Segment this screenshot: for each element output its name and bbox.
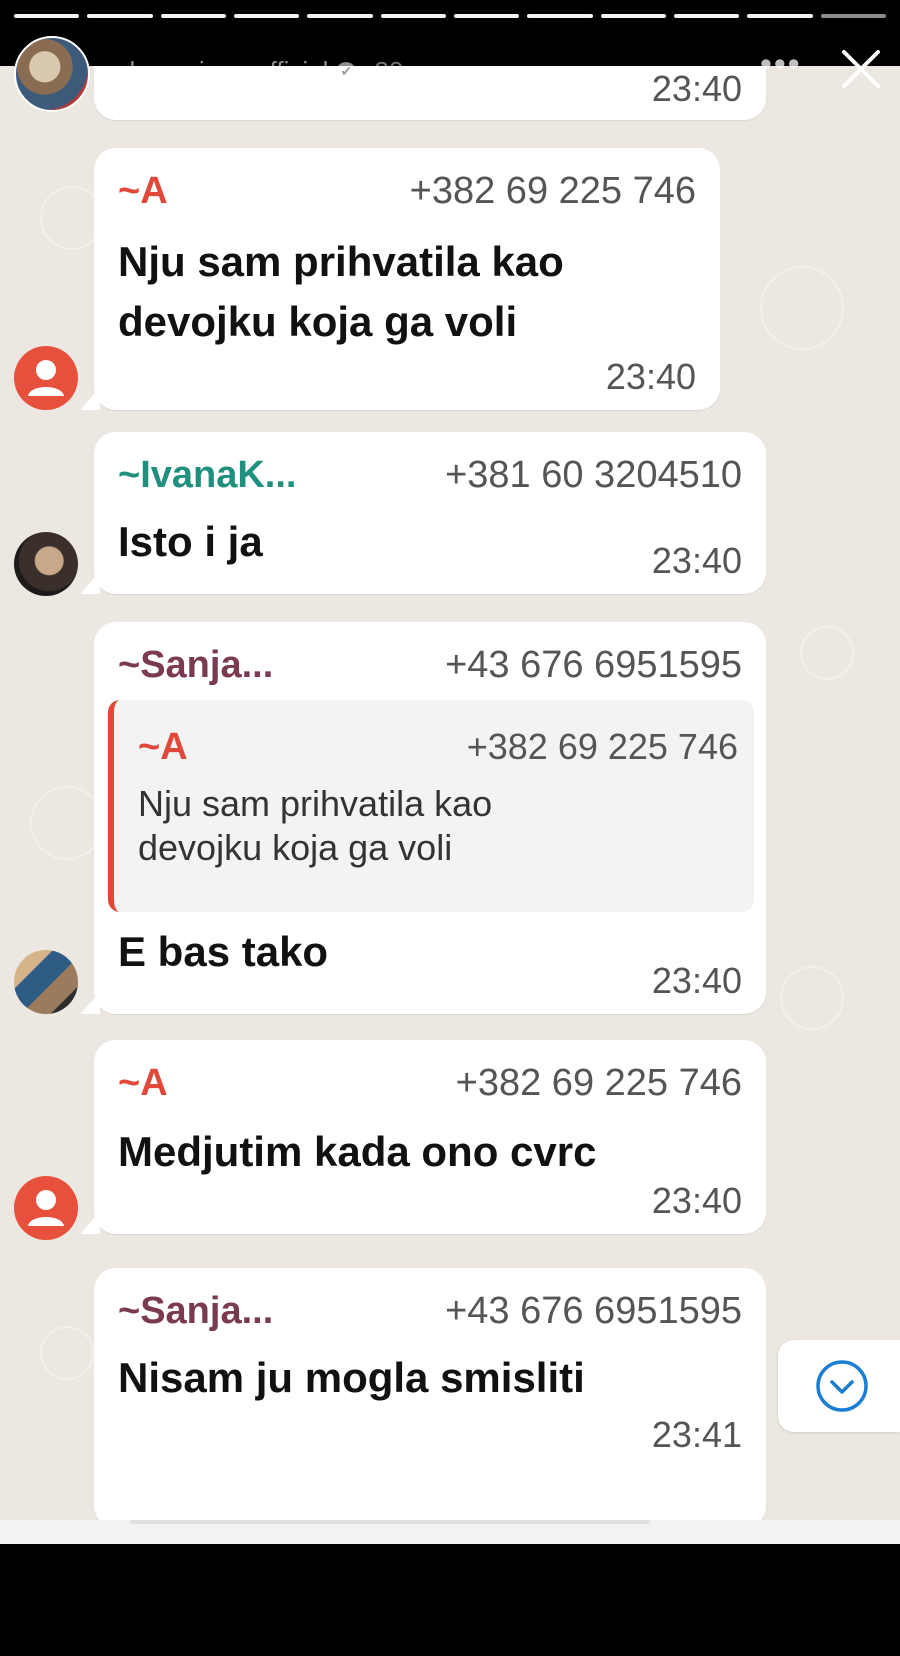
sender-phone[interactable]: +43 676 6951595 <box>445 1290 742 1333</box>
quoted-text: Nju sam prihvatila kao devojku koja ga v… <box>138 782 492 870</box>
more-icon[interactable]: ••• <box>760 47 800 81</box>
sender-name[interactable]: ~IvanaK... <box>118 454 296 497</box>
quoted-phone: +382 69 225 746 <box>466 726 738 767</box>
message-text: E bas tako <box>118 922 328 982</box>
message-bubble[interactable]: ~IvanaK... +381 60 3204510 Isto i ja 23:… <box>80 432 766 594</box>
message-line: E bas tako <box>118 928 329 975</box>
story-age: 20m <box>374 56 425 86</box>
message-line: Isto i ja <box>118 518 263 565</box>
sender-phone[interactable]: +382 69 225 746 <box>456 1062 742 1105</box>
message-bubble[interactable]: ~Sanja... +43 676 6951595 ~A +382 69 225… <box>80 622 766 1014</box>
story-username[interactable]: alex_mima_official <box>115 56 328 87</box>
verified-icon: ✔ <box>336 61 357 82</box>
sender-phone[interactable]: +381 60 3204510 <box>445 454 742 497</box>
scroll-down-button[interactable] <box>778 1340 900 1432</box>
bubble-tail <box>80 992 100 1014</box>
chat-background: 23:40 ~A +382 69 225 746 Nju sam prihvat… <box>0 66 900 1520</box>
message-bubble[interactable]: ~Sanja... +43 676 6951595 Nisam ju mogla… <box>94 1268 766 1520</box>
story-progress-segment <box>160 14 226 18</box>
sender-name[interactable]: ~A <box>118 170 168 213</box>
message-time: 23:40 <box>651 540 742 581</box>
message-bubble[interactable]: ~A +382 69 225 746 Nju sam prihvatila ka… <box>80 148 720 410</box>
bubble-tail <box>80 572 100 594</box>
quoted-line: devojku koja ga voli <box>138 827 453 868</box>
message-text: Nju sam prihvatila kao devojku koja ga v… <box>118 232 564 352</box>
story-progress-segment <box>14 14 80 18</box>
scroll-down-icon <box>816 1360 868 1412</box>
quoted-line: Nju sam prihvatila kao <box>138 783 493 824</box>
story-progress-segment <box>87 14 153 18</box>
message-text: Nisam ju mogla smisliti <box>118 1348 585 1408</box>
quoted-sender: ~A <box>138 726 188 768</box>
chat-input-bar <box>0 1520 900 1544</box>
sender-name[interactable]: ~Sanja... <box>118 644 273 687</box>
bubble-tail <box>80 388 100 410</box>
message-line: Nju sam prihvatila kao <box>118 238 564 285</box>
quoted-message[interactable]: ~A +382 69 225 746 Nju sam prihvatila ka… <box>108 700 754 912</box>
message-time: 23:40 <box>651 1180 742 1221</box>
story-progress-segment <box>380 14 446 18</box>
avatar[interactable] <box>14 532 78 596</box>
default-avatar-icon[interactable] <box>14 346 78 410</box>
story-progress-bar <box>14 14 886 18</box>
message-time: 23:40 <box>605 356 696 397</box>
sender-phone[interactable]: +382 69 225 746 <box>410 170 696 213</box>
story-user-avatar[interactable] <box>14 36 90 112</box>
message-time: 23:41 <box>651 1414 742 1455</box>
sender-name[interactable]: ~Sanja... <box>118 1290 273 1333</box>
message-text: Medjutim kada ono cvrc <box>118 1122 596 1182</box>
message-text: Isto i ja <box>118 512 263 572</box>
message-line: Medjutim kada ono cvrc <box>118 1128 597 1175</box>
story-progress-segment <box>307 14 373 18</box>
close-icon[interactable] <box>838 46 884 92</box>
message-line: Nisam ju mogla smisliti <box>118 1354 585 1401</box>
message-time: 23:40 <box>651 960 742 1001</box>
story-progress-segment <box>673 14 740 18</box>
message-time: 23:40 <box>651 68 742 109</box>
story-progress-segment <box>820 14 886 18</box>
story-progress-segment <box>747 14 813 18</box>
story-footer <box>0 1544 900 1656</box>
message-line: devojku koja ga voli <box>118 298 518 345</box>
sender-name[interactable]: ~A <box>118 1062 168 1105</box>
avatar[interactable] <box>14 950 78 1014</box>
sender-phone[interactable]: +43 676 6951595 <box>445 644 742 687</box>
story-progress-segment <box>600 14 666 18</box>
story-progress-segment <box>233 14 300 18</box>
story-user-info[interactable]: alex_mima_official ✔ 20m <box>115 56 425 87</box>
default-avatar-icon[interactable] <box>14 1176 78 1240</box>
story-progress-segment <box>453 14 520 18</box>
story-progress-segment <box>527 14 593 18</box>
message-bubble[interactable]: ~A +382 69 225 746 Medjutim kada ono cvr… <box>80 1040 766 1234</box>
bubble-tail <box>80 1212 100 1234</box>
